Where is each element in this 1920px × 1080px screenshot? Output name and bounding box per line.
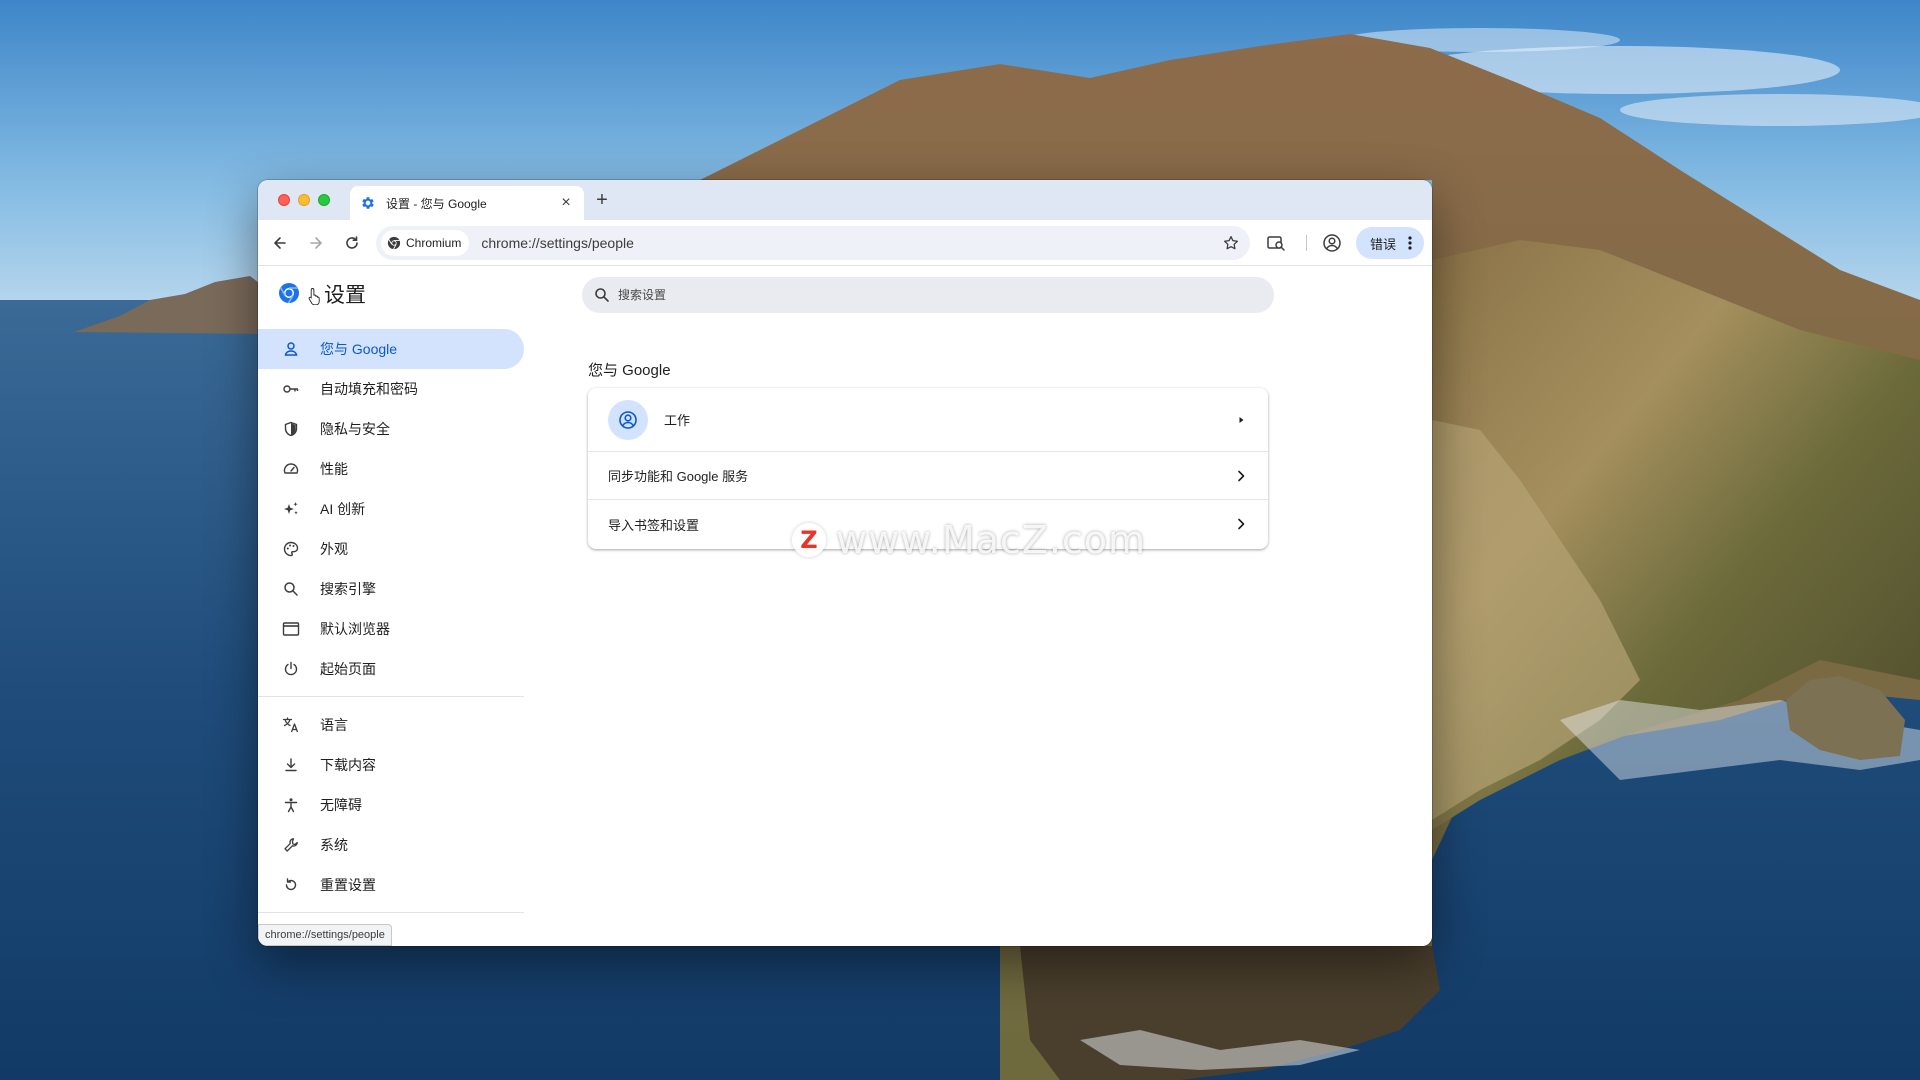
- import-bookmarks-label: 导入书签和设置: [608, 517, 700, 533]
- sidebar-divider: [258, 912, 524, 913]
- sidebar-item-label: 外观: [320, 541, 348, 557]
- sidebar-item-label: AI 创新: [320, 501, 366, 517]
- forward-button[interactable]: [304, 231, 328, 255]
- sidebar-item-label: 语言: [320, 717, 348, 733]
- sidebar-item-label: 下载内容: [320, 757, 376, 773]
- sidebar-item-appearance[interactable]: 外观: [258, 529, 524, 569]
- sidebar-item-autofill[interactable]: 自动填充和密码: [258, 369, 524, 409]
- key-icon: [282, 380, 300, 398]
- sidebar-divider: [258, 696, 524, 697]
- arrow-left-icon: [274, 237, 286, 249]
- account-circle-icon: [619, 410, 637, 429]
- search-icon: [595, 288, 609, 302]
- sidebar-item-label: 自动填充和密码: [320, 381, 418, 397]
- sidebar-item-label: 搜索引擎: [320, 581, 376, 597]
- sidebar-item-ai-innovations[interactable]: AI 创新: [258, 489, 524, 529]
- back-button[interactable]: [268, 231, 292, 255]
- search-icon: [282, 580, 300, 598]
- reload-button[interactable]: [340, 231, 364, 255]
- sidebar-item-label: 重置设置: [320, 877, 376, 893]
- settings-search[interactable]: [582, 277, 1274, 313]
- tab-title: 设置 - 您与 Google: [386, 196, 487, 211]
- page-title: 设置: [324, 284, 366, 307]
- profile-row[interactable]: 工作: [588, 388, 1268, 452]
- caret-right-icon: [1239, 416, 1244, 423]
- chevron-right-icon: [1238, 518, 1245, 530]
- search-input[interactable]: [618, 288, 1218, 302]
- arrow-right-icon: [310, 237, 322, 249]
- shield-icon: [282, 420, 300, 438]
- download-icon: [282, 756, 300, 774]
- zoom-window-button[interactable]: [318, 194, 330, 206]
- sidebar-item-label: 系统: [320, 837, 348, 853]
- site-chip-label: Chromium: [406, 236, 462, 250]
- chromium-icon: [387, 236, 401, 250]
- new-tab-button[interactable]: +: [592, 190, 612, 210]
- sidebar-item-accessibility[interactable]: 无障碍: [258, 785, 524, 825]
- bookmark-star-icon[interactable]: [1222, 234, 1240, 252]
- sidebar-item-label: 隐私与安全: [320, 421, 390, 437]
- palette-icon: [282, 540, 300, 558]
- chromium-logo-icon: [279, 283, 299, 304]
- sidebar-item-search-engine[interactable]: 搜索引擎: [258, 569, 524, 609]
- reload-icon: [346, 236, 358, 249]
- person-icon: [282, 340, 300, 358]
- close-tab-icon[interactable]: ×: [558, 195, 574, 211]
- speedometer-icon: [282, 460, 300, 478]
- sync-services-row[interactable]: 同步功能和 Google 服务: [588, 452, 1268, 500]
- sidebar-item-performance[interactable]: 性能: [258, 449, 524, 489]
- sparkle-icon: [282, 500, 300, 518]
- settings-page: 设置 您与 Google 自动填充和密码 隐私与安全 性能: [258, 267, 1432, 946]
- sidebar-item-label: 无障碍: [320, 797, 362, 813]
- sidebar-item-languages[interactable]: 语言: [258, 705, 524, 745]
- avatar: [608, 399, 648, 440]
- site-info-chip[interactable]: Chromium: [381, 230, 470, 256]
- profile-name: 工作: [664, 413, 691, 428]
- toolbar-divider: [1306, 235, 1307, 251]
- title-bar: 设置 - 您与 Google × +: [258, 180, 1432, 220]
- import-bookmarks-row[interactable]: 导入书签和设置: [588, 500, 1268, 548]
- sidebar-item-label: 您与 Google: [320, 341, 398, 357]
- sidebar-item-reset[interactable]: 重置设置: [258, 865, 524, 905]
- settings-sidebar: 您与 Google 自动填充和密码 隐私与安全 性能 AI 创新 外观 搜索引擎…: [258, 329, 524, 921]
- sidebar-item-label: 性能: [320, 461, 348, 477]
- sidebar-item-privacy[interactable]: 隐私与安全: [258, 409, 524, 449]
- tab-settings[interactable]: 设置 - 您与 Google ×: [350, 186, 584, 220]
- section-title: 您与 Google: [588, 362, 671, 379]
- sidebar-item-you-and-google[interactable]: 您与 Google: [258, 329, 524, 369]
- sidebar-item-label: 起始页面: [320, 661, 376, 677]
- profile-icon[interactable]: [1322, 233, 1342, 253]
- side-panel-search-icon[interactable]: [1266, 233, 1286, 253]
- sidebar-item-on-startup[interactable]: 起始页面: [258, 649, 524, 689]
- status-bar-url: chrome://settings/people: [258, 924, 392, 946]
- browser-window: 设置 - 您与 Google × + Chromium chrome://set…: [258, 180, 1432, 946]
- power-icon: [282, 660, 300, 678]
- profile-error-chip[interactable]: 错误: [1356, 227, 1424, 259]
- browser-window-icon: [282, 620, 300, 638]
- sync-services-label: 同步功能和 Google 服务: [608, 469, 749, 484]
- minimize-window-button[interactable]: [298, 194, 310, 206]
- url-text: chrome://settings/people: [481, 235, 634, 251]
- you-and-google-card: 工作 同步功能和 Google 服务 导入书签和设置: [588, 388, 1268, 549]
- reset-icon: [282, 876, 300, 894]
- gear-icon: [362, 197, 374, 209]
- sidebar-item-downloads[interactable]: 下载内容: [258, 745, 524, 785]
- close-window-button[interactable]: [278, 194, 290, 206]
- more-vertical-icon: [1408, 236, 1412, 250]
- mouse-pointer-icon: [308, 288, 320, 305]
- chevron-right-icon: [1238, 470, 1245, 481]
- error-chip-label: 错误: [1370, 236, 1397, 252]
- sidebar-item-label: 默认浏览器: [320, 621, 390, 637]
- browser-toolbar: Chromium chrome://settings/people 错误: [258, 220, 1432, 266]
- sidebar-item-default-browser[interactable]: 默认浏览器: [258, 609, 524, 649]
- accessibility-icon: [282, 796, 300, 814]
- sidebar-item-system[interactable]: 系统: [258, 825, 524, 865]
- wrench-icon: [282, 836, 300, 854]
- address-bar[interactable]: Chromium chrome://settings/people: [376, 226, 1250, 260]
- translate-icon: [282, 716, 300, 734]
